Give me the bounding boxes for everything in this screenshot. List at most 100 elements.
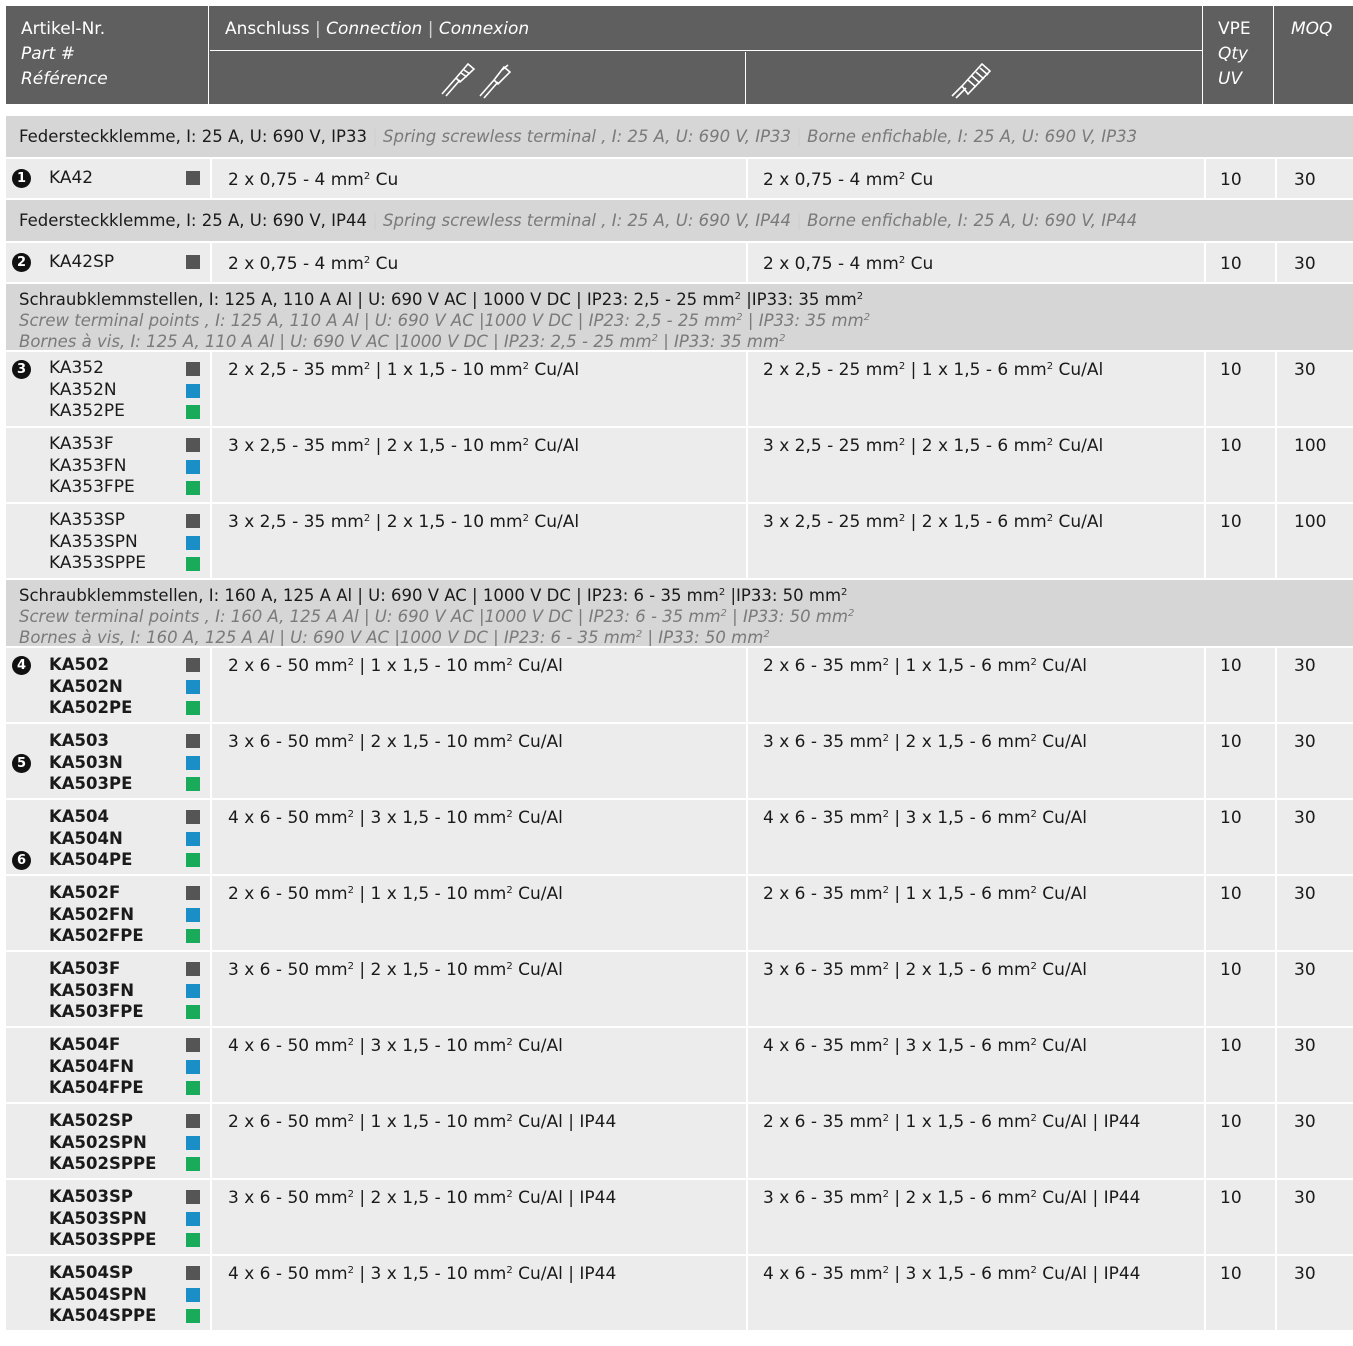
header-connection-title: Anschluss | Connection | Connexion: [210, 6, 1203, 51]
article-number: KA503FPE: [49, 1002, 144, 1021]
moq-value: 30: [1275, 876, 1353, 950]
table-row: KA504SP KA504SPN KA504SPPE 4 x 6 - 50 mm2 |…: [6, 1254, 1353, 1330]
superscript: 2: [882, 809, 889, 820]
article-number: KA503SPPE: [49, 1230, 157, 1249]
superscript: 2: [506, 1189, 513, 1200]
spec-stranded: 3 x 6 - 35 mm2 | 2 x 1,5 - 6 mm2 Cu/Al: [746, 952, 1204, 1026]
article-number: KA502F: [49, 883, 121, 902]
vpe-value: 10: [1204, 648, 1275, 722]
article-cell: KA503F KA503FN KA503FPE: [6, 952, 209, 1026]
superscript: 2: [1046, 437, 1054, 448]
superscript: 2: [1046, 513, 1054, 524]
spec-stranded: 2 x 6 - 35 mm2 | 1 x 1,5 - 6 mm2 Cu/Al: [746, 648, 1204, 722]
superscript: 2: [898, 513, 906, 524]
superscript: 2: [1030, 809, 1037, 820]
separator: |: [366, 127, 384, 146]
superscript: 2: [506, 1113, 513, 1124]
article-list: KA502SP KA502SPN KA502SPPE: [49, 1110, 156, 1175]
header-connection-en: Connection: [326, 19, 423, 39]
section-header: Federsteckklemme, I: 25 A, U: 690 V, IP4…: [6, 198, 1353, 241]
section-title-fr: Borne enfichable, I: 25 A, U: 690 V, IP3…: [807, 127, 1138, 146]
grey-swatch: [186, 438, 200, 452]
superscript: 2: [347, 1189, 354, 1200]
spec-ferrule: 3 x 2,5 - 35 mm2 | 2 x 1,5 - 10 mm2 Cu/A…: [210, 428, 746, 502]
superscript: 2: [841, 587, 848, 598]
spec-ferrule: 3 x 6 - 50 mm2 | 2 x 1,5 - 10 mm2 Cu/Al: [210, 724, 746, 798]
item-number-badge: 2: [12, 253, 31, 272]
article-list: KA353F KA353FN KA353FPE: [49, 434, 135, 499]
section-title-en: Spring screwless terminal , I: 25 A, U: …: [383, 211, 792, 230]
article-number: KA504SP: [49, 1263, 133, 1282]
superscript: 2: [720, 608, 727, 619]
spec-stranded: 3 x 2,5 - 25 mm2 | 2 x 1,5 - 6 mm2 Cu/Al: [746, 428, 1204, 502]
superscript: 2: [347, 733, 354, 744]
superscript: 2: [882, 1265, 889, 1276]
article-number: KA353FPE: [49, 477, 135, 497]
grey-swatch: [186, 734, 200, 748]
superscript: 2: [363, 255, 371, 266]
article-number: KA352N: [49, 379, 117, 400]
article-list: KA504F KA504FN KA504FPE: [49, 1034, 144, 1099]
grey-swatch: [186, 962, 200, 976]
green-swatch: [186, 1233, 200, 1247]
superscript: 2: [882, 961, 889, 972]
article-number: KA353SPN: [49, 531, 138, 552]
moq-value: 30: [1275, 352, 1353, 426]
grey-swatch: [186, 1114, 200, 1128]
superscript: 2: [1030, 961, 1037, 972]
superscript: 2: [363, 437, 371, 448]
green-swatch: [186, 1005, 200, 1019]
item-number-badge: 6: [12, 851, 31, 870]
table-row: KA353F KA353FN KA353FPE 3 x 2,5 - 35 mm2 | …: [6, 426, 1353, 502]
superscript: 2: [1030, 1037, 1037, 1048]
superscript: 2: [522, 513, 529, 524]
superscript: 2: [882, 1189, 889, 1200]
grey-swatch: [186, 1190, 200, 1204]
table-row: KA42SP 2 2 x 0,75 - 4 mm2 Cu 2 x 0,75 - 4 m…: [6, 241, 1353, 282]
superscript: 2: [763, 629, 770, 640]
superscript: 2: [635, 629, 643, 640]
article-number: KA502SPPE: [49, 1154, 157, 1173]
moq-value: 30: [1275, 243, 1353, 282]
section-line: Screw terminal points , I: 160 A, 125 A …: [19, 607, 855, 626]
blue-swatch: [186, 907, 200, 922]
section-header: Federsteckklemme, I: 25 A, U: 690 V, IP3…: [6, 114, 1353, 157]
article-list: KA503 KA503N KA503PE: [49, 730, 132, 795]
spec-stranded: 2 x 2,5 - 25 mm2 | 1 x 1,5 - 6 mm2 Cu/Al: [746, 352, 1204, 426]
article-number: KA502PE: [49, 698, 133, 717]
section-line: Bornes à vis, I: 125 A, 110 A Al | U: 69…: [19, 332, 786, 351]
superscript: 2: [898, 171, 906, 182]
header-moq: MOQ: [1275, 6, 1353, 104]
green-swatch: [186, 777, 200, 791]
article-number: KA504SPN: [49, 1284, 147, 1304]
article-number: KA352: [49, 358, 104, 378]
table-row: KA503SP KA503SPN KA503SPPE 3 x 6 - 50 mm2 |…: [6, 1178, 1353, 1254]
spec-stranded: 2 x 6 - 35 mm2 | 1 x 1,5 - 6 mm2 Cu/Al |…: [746, 1104, 1204, 1178]
item-number-badge: 3: [12, 360, 31, 379]
table-body: Federsteckklemme, I: 25 A, U: 690 V, IP3…: [6, 114, 1353, 1330]
article-number: KA503SPN: [49, 1208, 147, 1228]
header-article-fr: Référence: [21, 69, 108, 89]
moq-value: 100: [1275, 504, 1353, 578]
article-number: KA504: [49, 807, 109, 826]
section-line: Schraubklemmstellen, I: 160 A, 125 A Al …: [19, 586, 848, 605]
header-vpe-fr: UV: [1218, 69, 1243, 89]
spec-ferrule: 3 x 6 - 50 mm2 | 2 x 1,5 - 10 mm2 Cu/Al …: [210, 1180, 746, 1254]
article-list: KA352 KA352N KA352PE: [49, 358, 125, 423]
superscript: 2: [347, 1113, 354, 1124]
section-header: Schraubklemmstellen, I: 160 A, 125 A Al …: [6, 578, 1353, 647]
moq-value: 30: [1275, 800, 1353, 874]
superscript: 2: [363, 361, 371, 372]
green-swatch: [186, 1309, 200, 1323]
article-number: KA504FPE: [49, 1078, 144, 1097]
spec-ferrule: 2 x 0,75 - 4 mm2 Cu: [210, 159, 746, 198]
header-vpe-en: Qty: [1218, 44, 1249, 64]
article-list: KA503F KA503FN KA503FPE: [49, 958, 144, 1023]
blue-swatch: [186, 1059, 200, 1074]
moq-value: 30: [1275, 724, 1353, 798]
section-line: Bornes à vis, I: 160 A, 125 A Al | U: 69…: [19, 628, 770, 647]
blue-swatch: [186, 1287, 200, 1302]
grey-swatch: [186, 1266, 200, 1280]
article-number: KA42: [49, 168, 94, 188]
spec-stranded: 4 x 6 - 35 mm2 | 3 x 1,5 - 6 mm2 Cu/Al: [746, 800, 1204, 874]
